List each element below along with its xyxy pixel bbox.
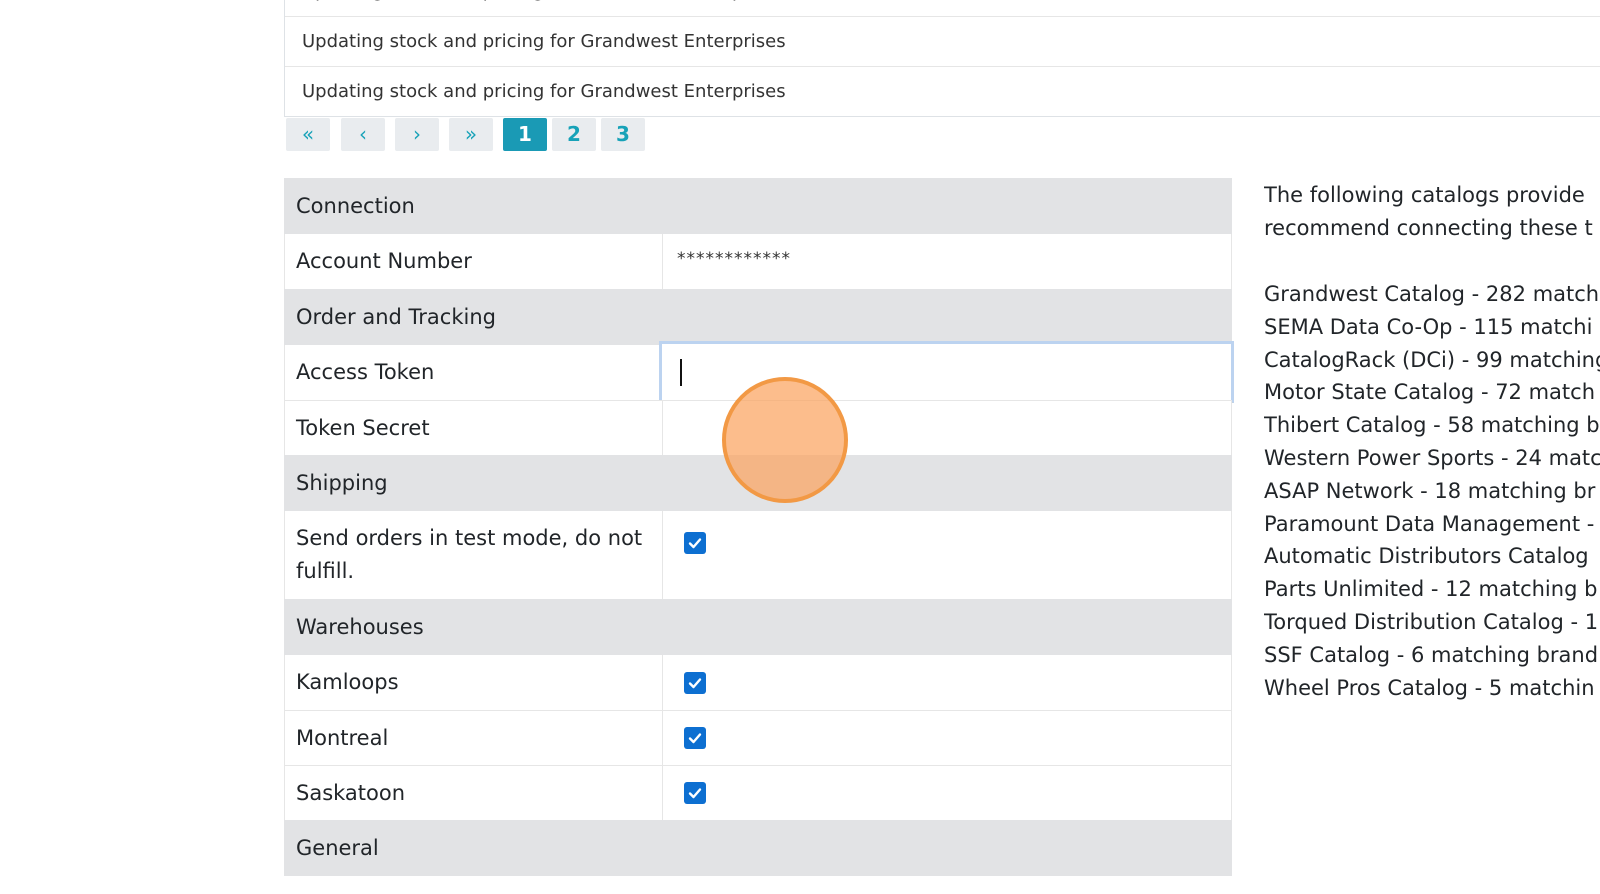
catalog-item: Torqued Distribution Catalog - 1 xyxy=(1264,609,1599,634)
catalog-item: Wheel Pros Catalog - 5 matchin xyxy=(1264,675,1595,700)
section-warehouses-header: Warehouses xyxy=(284,599,1232,655)
warehouse-row-montreal: Montreal xyxy=(284,710,1232,765)
page-1-button[interactable]: 1 xyxy=(503,118,547,151)
section-order-tracking-header: Order and Tracking xyxy=(284,289,1232,345)
warehouse-row-kamloops: Kamloops xyxy=(284,655,1232,710)
warehouse-label-montreal: Montreal xyxy=(285,711,663,765)
catalog-item: Parts Unlimited - 12 matching b xyxy=(1264,577,1598,602)
checkmark-icon xyxy=(688,677,702,688)
warehouse-row-saskatoon: Saskatoon xyxy=(284,765,1232,820)
last-page-button[interactable]: » xyxy=(449,118,493,151)
text-cursor xyxy=(680,359,682,386)
section-connection-header: Connection xyxy=(284,178,1232,234)
token-secret-row: Token Secret xyxy=(284,400,1232,455)
catalog-item: Automatic Distributors Catalog xyxy=(1264,544,1589,569)
account-number-label: Account Number xyxy=(285,234,663,289)
catalog-item: Western Power Sports - 24 matc xyxy=(1264,445,1600,470)
test-mode-label: Send orders in test mode, do not fulfill… xyxy=(285,511,663,599)
catalog-intro-line: recommend connecting these t xyxy=(1264,216,1593,240)
catalog-item: SSF Catalog - 6 matching brand xyxy=(1264,642,1599,667)
sync-log-list: Updating stock and pricing for Grandwest… xyxy=(284,0,1600,117)
warehouse-label-kamloops: Kamloops xyxy=(285,655,663,710)
access-token-label: Access Token xyxy=(285,345,663,400)
test-mode-checkbox[interactable] xyxy=(684,532,706,554)
catalog-item: Grandwest Catalog - 282 match xyxy=(1264,282,1600,306)
checkmark-icon xyxy=(688,538,702,549)
access-token-input[interactable] xyxy=(659,341,1234,403)
token-secret-label: Token Secret xyxy=(285,401,663,455)
account-number-row: Account Number ************ xyxy=(284,234,1232,289)
section-shipping-header: Shipping xyxy=(284,455,1232,511)
catalog-intro-line: The following catalogs provide xyxy=(1264,183,1585,207)
catalog-recommendations: The following catalogs provide recommend… xyxy=(1264,179,1600,704)
previous-page-button[interactable]: ‹ xyxy=(341,118,385,151)
catalog-item: SEMA Data Co-Op - 115 matchi xyxy=(1264,314,1593,339)
checkmark-icon xyxy=(688,788,702,799)
first-page-button[interactable]: « xyxy=(286,118,330,151)
catalog-item: Thibert Catalog - 58 matching b xyxy=(1264,413,1600,438)
log-row: Updating stock and pricing for Grandwest… xyxy=(285,0,1600,17)
checkmark-icon xyxy=(688,733,702,744)
catalog-item: ASAP Network - 18 matching br xyxy=(1264,478,1596,503)
warehouse-checkbox-saskatoon[interactable] xyxy=(684,782,706,804)
token-secret-field[interactable] xyxy=(663,401,1231,455)
page-3-button[interactable]: 3 xyxy=(601,118,645,151)
test-mode-row: Send orders in test mode, do not fulfill… xyxy=(284,511,1232,599)
settings-table: Connection Account Number ************ O… xyxy=(284,178,1234,876)
catalog-item: Paramount Data Management - xyxy=(1264,511,1595,536)
log-row: Updating stock and pricing for Grandwest… xyxy=(302,81,786,102)
catalog-item: Motor State Catalog - 72 match xyxy=(1264,380,1596,405)
account-number-value: ************ xyxy=(677,248,791,269)
warehouse-checkbox-kamloops[interactable] xyxy=(684,671,706,694)
warehouse-label-saskatoon: Saskatoon xyxy=(285,766,663,820)
next-page-button[interactable]: › xyxy=(395,118,439,151)
log-row: Updating stock and pricing for Grandwest… xyxy=(285,17,1600,67)
catalog-item: CatalogRack (DCi) - 99 matching xyxy=(1264,347,1600,372)
page-2-button[interactable]: 2 xyxy=(552,118,596,151)
warehouse-checkbox-montreal[interactable] xyxy=(684,727,706,749)
section-general-header: General xyxy=(284,820,1232,876)
page: Updating stock and pricing for Grandwest… xyxy=(0,0,1600,894)
access-token-row: Access Token xyxy=(284,341,1234,403)
